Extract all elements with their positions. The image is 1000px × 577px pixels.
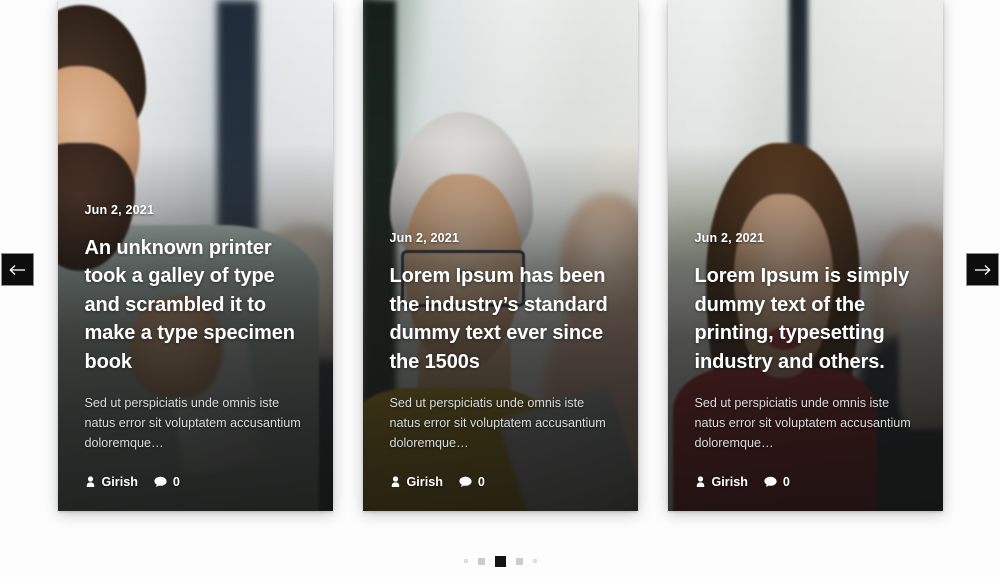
pagination-dot-active[interactable] — [494, 555, 506, 567]
comment-icon — [154, 476, 167, 488]
post-date: Jun 2, 2021 — [389, 231, 460, 245]
author-name: Girish — [406, 475, 443, 489]
post-meta: Girish 0 — [85, 475, 306, 489]
author-name: Girish — [101, 475, 138, 489]
comment-number: 0 — [172, 475, 180, 489]
post-author: Girish — [695, 475, 748, 489]
arrow-left-icon — [9, 264, 26, 276]
post-card[interactable]: Jun 2, 2021 Lorem Ipsum is simply dummy … — [667, 0, 943, 511]
post-meta: Girish 0 — [390, 475, 611, 489]
arrow-right-icon — [974, 264, 991, 276]
post-date: Jun 2, 2021 — [694, 231, 765, 245]
user-icon — [695, 476, 706, 488]
next-slide-button[interactable] — [966, 253, 999, 286]
comment-number: 0 — [477, 475, 485, 489]
previous-slide-button[interactable] — [1, 253, 34, 286]
post-title[interactable]: Lorem Ipsum is simply dummy text of the … — [695, 262, 916, 376]
post-title[interactable]: An unknown printer took a galley of type… — [85, 234, 306, 377]
post-comment-count: 0 — [459, 475, 485, 489]
pagination-dot[interactable] — [515, 557, 523, 565]
post-carousel: Jun 2, 2021 An unknown printer took a ga… — [0, 0, 1000, 577]
pagination-dot[interactable] — [532, 559, 537, 563]
author-name: Girish — [711, 475, 748, 489]
comment-icon — [764, 476, 777, 488]
post-card[interactable]: Jun 2, 2021 Lorem Ipsum has been the ind… — [362, 0, 638, 511]
post-author: Girish — [390, 475, 443, 489]
user-icon — [85, 476, 96, 488]
comment-icon — [459, 476, 472, 488]
post-title[interactable]: Lorem Ipsum has been the industry’s stan… — [390, 262, 611, 376]
post-meta: Girish 0 — [695, 475, 916, 489]
carousel-track: Jun 2, 2021 An unknown printer took a ga… — [0, 0, 1000, 540]
carousel-pagination — [0, 554, 1000, 568]
pagination-dot[interactable] — [463, 559, 468, 563]
post-excerpt: Sed ut perspiciatis unde omnis iste natu… — [389, 396, 606, 450]
post-comment-count: 0 — [154, 475, 180, 489]
post-card[interactable]: Jun 2, 2021 An unknown printer took a ga… — [57, 0, 333, 512]
post-content: Jun 2, 2021 Lorem Ipsum is simply dummy … — [668, 231, 943, 511]
user-icon — [390, 476, 401, 488]
post-author: Girish — [85, 475, 138, 489]
post-content: Jun 2, 2021 Lorem Ipsum has been the ind… — [363, 231, 638, 511]
post-comment-count: 0 — [764, 475, 790, 489]
comment-number: 0 — [782, 475, 790, 489]
post-excerpt: Sed ut perspiciatis unde omnis iste natu… — [694, 396, 911, 450]
post-content: Jun 2, 2021 An unknown printer took a ga… — [58, 203, 333, 512]
post-excerpt: Sed ut perspiciatis unde omnis iste natu… — [84, 396, 301, 450]
pagination-dot[interactable] — [477, 557, 485, 565]
post-date: Jun 2, 2021 — [84, 202, 155, 217]
